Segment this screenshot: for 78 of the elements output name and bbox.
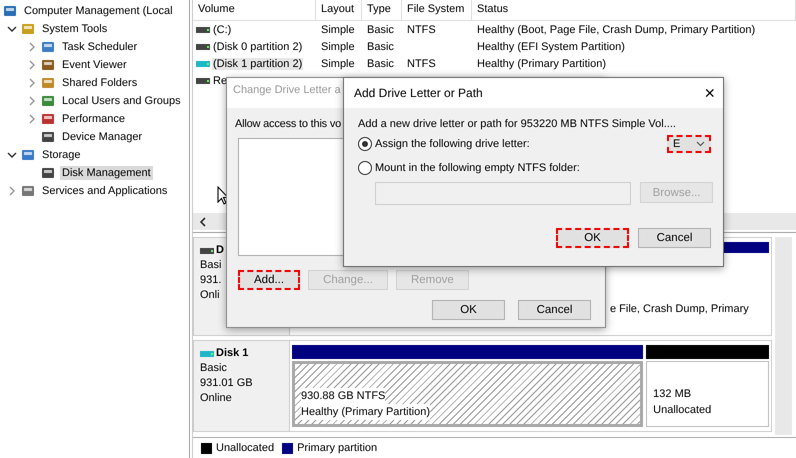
radio-button[interactable] — [358, 161, 372, 175]
disk-name: D — [216, 243, 224, 258]
chevron-down-icon — [696, 141, 705, 147]
disk-name: Disk 1 — [216, 346, 248, 361]
tree-item[interactable]: Device Manager — [60, 130, 144, 144]
dialog-prompt: Allow access to this vo — [235, 118, 342, 130]
dialog-description: Add a new drive letter or path for 953220 MB NTFS Simple Vol.... — [358, 118, 677, 130]
table-cell-text: Healthy (EFI System Partition) — [476, 40, 626, 52]
tree-item[interactable]: System Tools — [40, 22, 110, 36]
tree-item[interactable]: Services and Applications — [40, 184, 170, 198]
radio-label[interactable]: Mount in the following empty NTFS folder: — [375, 162, 580, 174]
disk-info: 931. — [200, 273, 222, 288]
table-cell-text: Simple — [320, 40, 356, 52]
column-header[interactable]: File System — [402, 0, 472, 20]
table-cell-text: Simple — [320, 58, 356, 70]
drive-letter-dropdown[interactable]: E — [667, 135, 711, 153]
table-cell[interactable]: Re — [212, 74, 228, 86]
volume-icon — [196, 42, 210, 50]
tree-item[interactable]: Computer Management (Local — [22, 4, 175, 18]
tree-item[interactable]: Event Viewer — [60, 58, 129, 72]
table-cell-text: Basic — [366, 58, 395, 70]
column-header[interactable]: Volume — [193, 0, 316, 20]
chevron-icon[interactable] — [7, 150, 17, 160]
table-cell-text: Healthy (Primary Partition) — [476, 58, 607, 70]
dialog-button[interactable]: OK — [432, 300, 505, 320]
partition-block[interactable]: 930.88 GB NTFS Healthy (Primary Partition) — [292, 361, 644, 427]
volume-icon — [196, 60, 210, 68]
tree-node-icon — [40, 93, 56, 109]
tree-item[interactable]: Disk Management — [60, 166, 153, 180]
partition-info: 930.88 GB NTFS — [301, 388, 386, 404]
table-cell[interactable]: (Disk 1 partition 2) — [212, 58, 304, 70]
column-header[interactable]: Layout — [316, 0, 362, 20]
dialog-button[interactable]: Add... — [238, 270, 300, 290]
radio-button[interactable] — [358, 137, 372, 151]
disk-info: Onli — [200, 288, 220, 303]
scroll-left-icon[interactable] — [199, 216, 207, 226]
tree-node-icon — [20, 147, 36, 163]
volume-icon — [196, 26, 210, 34]
tree-item[interactable]: Performance — [60, 112, 127, 126]
tree-item[interactable]: Local Users and Groups — [60, 94, 183, 108]
table-cell[interactable]: (Disk 0 partition 2) — [212, 40, 304, 52]
tree-node-icon — [40, 111, 56, 127]
tree-node-icon — [40, 75, 56, 91]
radio-label[interactable]: Assign the following drive letter: — [375, 138, 530, 150]
legend-label: Unallocated — [216, 442, 274, 454]
legend-label: Primary partition — [297, 442, 378, 454]
tree-node-icon — [20, 183, 36, 199]
disk-info: Basi — [200, 258, 222, 273]
table-cell-text: Healthy (Boot, Page File, Crash Dump, Primary Partition) — [476, 24, 756, 36]
partition-info: Healthy (Primary Partition) — [301, 404, 430, 420]
table-cell[interactable]: (C:) — [212, 24, 232, 36]
column-header[interactable]: Status — [472, 0, 796, 20]
table-cell-text: Basic — [366, 24, 395, 36]
tree-node-icon — [40, 129, 56, 145]
tree-node-icon — [40, 57, 56, 73]
tree-node-icon — [20, 21, 36, 37]
disk-info: Online — [200, 391, 232, 406]
dialog-title: Add Drive Letter or Path — [354, 86, 484, 100]
column-header[interactable]: Type — [362, 0, 402, 20]
table-cell-text: NTFS — [406, 58, 437, 70]
tree-node-icon — [40, 39, 56, 55]
disk-info: 931.01 GB — [200, 376, 253, 391]
mouse-cursor-icon — [217, 186, 229, 205]
chevron-icon[interactable] — [7, 24, 17, 34]
table-cell-text: NTFS — [406, 24, 437, 36]
dialog-button[interactable]: OK — [556, 228, 629, 248]
volume-icon — [196, 76, 210, 84]
table-cell-text: Basic — [366, 40, 395, 52]
close-button[interactable]: × — [704, 82, 715, 104]
dialog-button[interactable]: Cancel — [518, 300, 591, 320]
table-cell-text: Simple — [320, 24, 356, 36]
tree-item[interactable]: Task Scheduler — [60, 40, 140, 54]
dialog-button[interactable]: Cancel — [638, 228, 711, 248]
tree-item[interactable]: Shared Folders — [60, 76, 140, 90]
partition-block[interactable]: 132 MB Unallocated — [646, 361, 769, 427]
tree-item[interactable]: Storage — [40, 148, 83, 162]
disk-info: Basic — [200, 361, 227, 376]
tree-node-icon — [40, 165, 56, 181]
